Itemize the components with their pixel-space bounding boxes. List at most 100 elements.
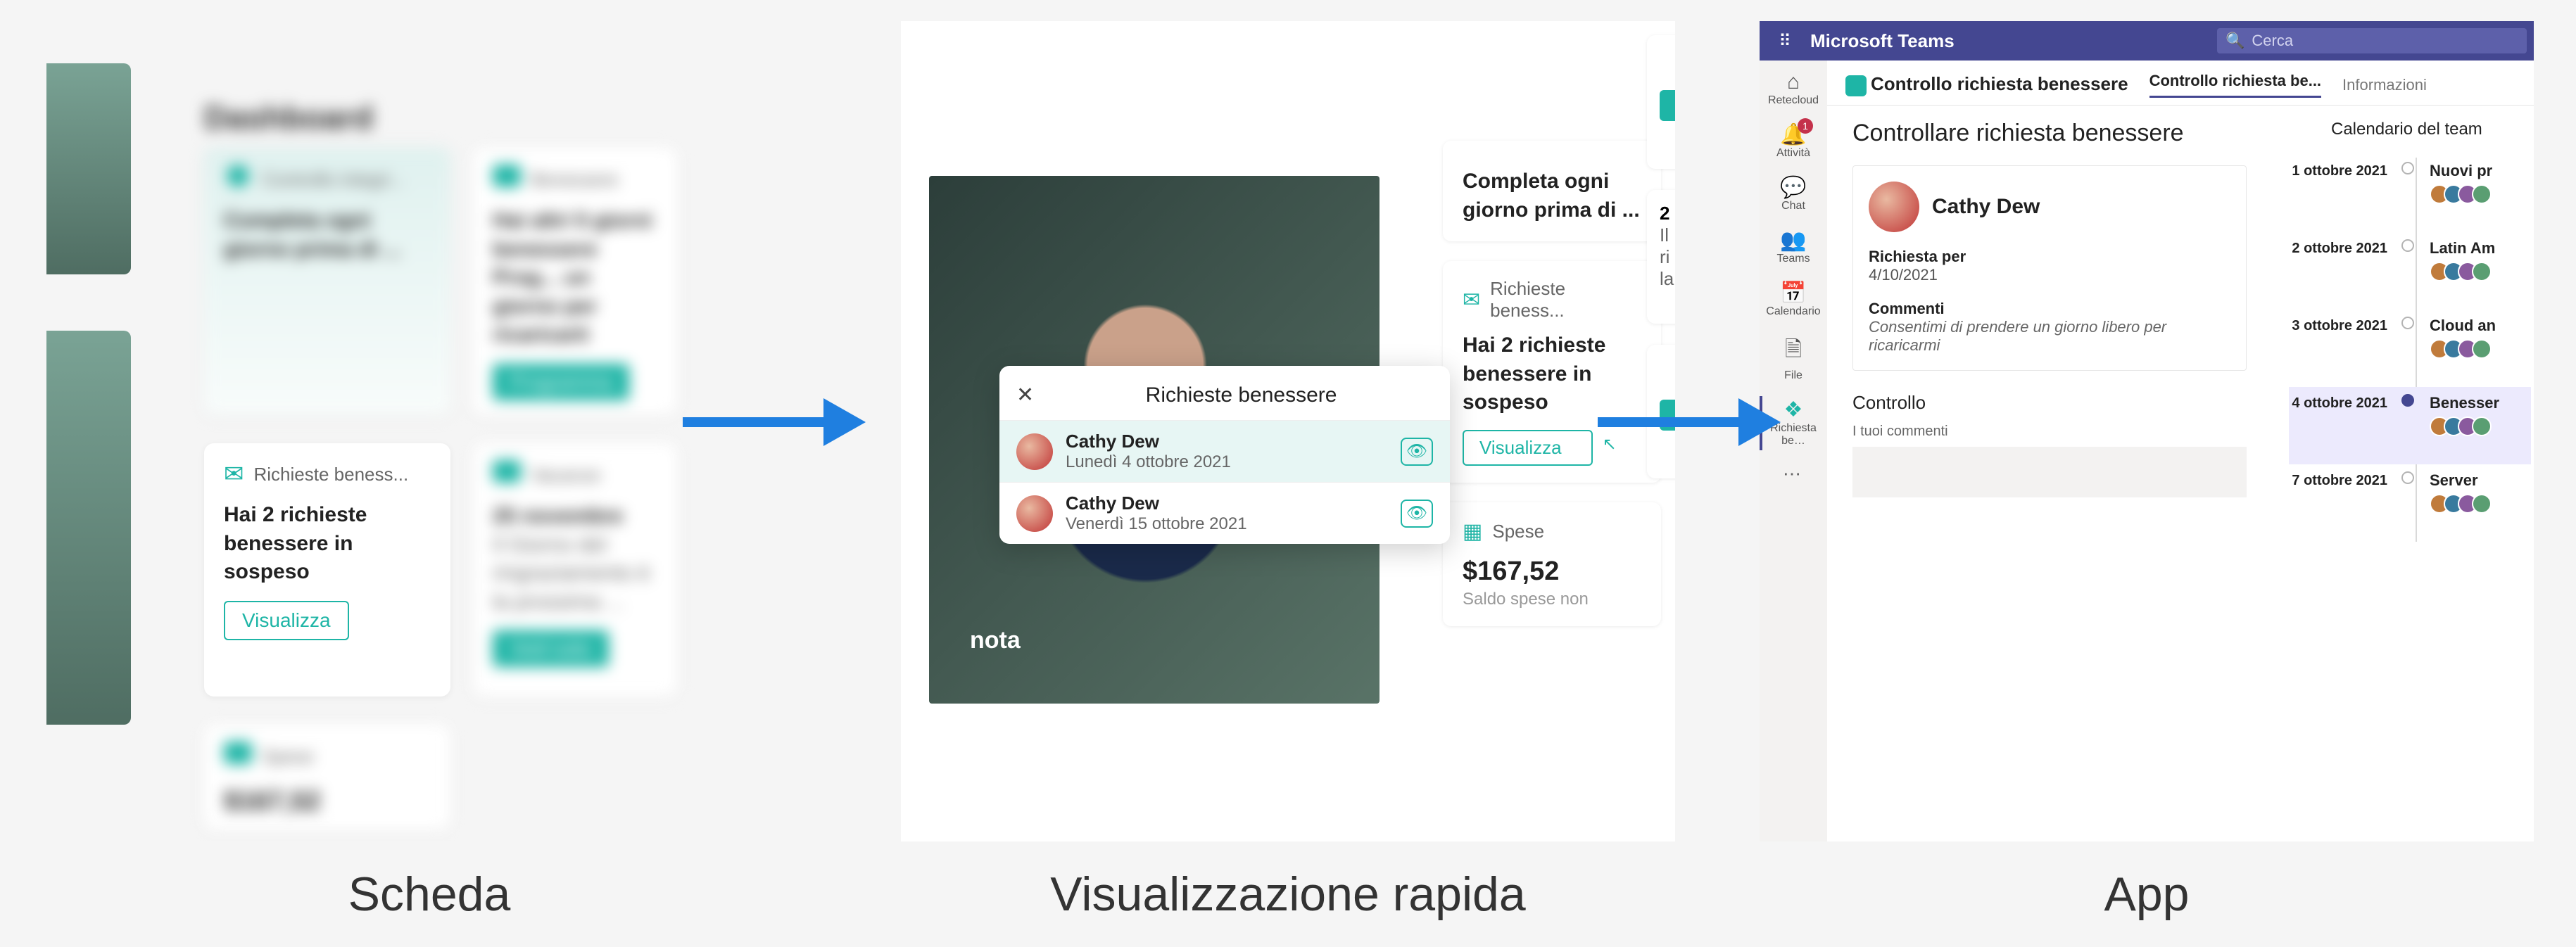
- request-row[interactable]: Cathy Dew Venerdì 15 ottobre 2021 👁: [999, 482, 1450, 544]
- dashboard-title: Dashboard: [204, 98, 373, 136]
- avatar-stack: [2430, 494, 2492, 514]
- control-sublabel: I tuoi commenti: [1852, 424, 2247, 440]
- waffle-icon[interactable]: ⠿: [1760, 31, 1810, 51]
- card-header: Spese: [262, 746, 314, 768]
- photo-caption: nota: [970, 627, 1021, 654]
- rail-calendario[interactable]: 📅Calendario: [1760, 274, 1827, 326]
- search-input[interactable]: 🔍 Cerca: [2217, 28, 2527, 53]
- timeline-row[interactable]: 2 ottobre 2021Latin Am: [2289, 232, 2531, 310]
- close-icon[interactable]: ✕: [1016, 383, 1034, 407]
- panel-caption: App: [1717, 841, 2576, 947]
- eye-icon[interactable]: 👁: [1401, 500, 1433, 528]
- timeline-date: 2 ottobre 2021: [2289, 239, 2401, 257]
- timeline-event: Benesser: [2430, 394, 2499, 412]
- tab-informazioni[interactable]: Informazioni: [2342, 76, 2427, 94]
- rail-attivita[interactable]: 🔔1Attività: [1760, 115, 1827, 168]
- timeline-row[interactable]: 1 ottobre 2021Nuovi pr: [2289, 155, 2531, 232]
- app-icon: [1845, 75, 1867, 96]
- timeline-event: Cloud an: [2430, 317, 2496, 335]
- timeline-node-icon: [2401, 317, 2414, 329]
- label-requested-for: Richiesta per: [1869, 248, 2230, 266]
- avatar-stack: [2430, 184, 2492, 204]
- row-name: Cathy Dew: [1066, 431, 1388, 452]
- card-header: Richieste beness...: [1490, 278, 1641, 322]
- avatar: [1869, 182, 1919, 232]
- avatar-stack: [2430, 262, 2495, 281]
- stub-text: la: [1660, 268, 1675, 290]
- card-amount: $167,52: [1463, 554, 1641, 590]
- card-header: Vacanze: [531, 464, 600, 486]
- stub-text: 2: [1660, 203, 1675, 224]
- row-date: Lunedì 4 ottobre 2021: [1066, 452, 1388, 472]
- avatar-stack: [2430, 339, 2496, 359]
- arrow-icon: [683, 394, 866, 454]
- card-header: Benessere: [531, 169, 618, 191]
- timeline-date: 7 ottobre 2021: [2289, 471, 2401, 489]
- view-button[interactable]: Visualizza↖: [1463, 430, 1593, 466]
- popover-title: Richieste benessere: [1054, 383, 1429, 407]
- row-date: Venerdì 15 ottobre 2021: [1066, 514, 1388, 534]
- rail-teams[interactable]: 👥Teams: [1760, 221, 1827, 274]
- card-spese[interactable]: ▦Spese $167,52 Saldo spese non: [1443, 502, 1661, 626]
- request-row[interactable]: Cathy Dew Lunedì 4 ottobre 2021 👁: [999, 420, 1450, 482]
- timeline-event: Server: [2430, 471, 2492, 490]
- stub-text: ri: [1660, 246, 1675, 268]
- envelope-icon: ✉: [1463, 288, 1480, 312]
- page-title: Controllare richiesta benessere: [1852, 120, 2247, 147]
- label-comments: Commenti: [1869, 300, 2230, 318]
- request-name: Cathy Dew: [1932, 195, 2040, 219]
- avatar: [1016, 495, 1053, 532]
- card-body: Hai altri 5 giorni benessere Prog... un …: [493, 207, 657, 350]
- timeline-node-icon: [2401, 394, 2414, 407]
- wallet-icon: [224, 742, 252, 764]
- schedule-button[interactable]: Programma: [493, 364, 629, 400]
- rail-retecloud[interactable]: ⌂Retecloud: [1760, 63, 1827, 115]
- panel-quickview: nota Completa ogni giorno prima di ... ✉…: [901, 21, 1675, 841]
- timeline-row[interactable]: 3 ottobre 2021Cloud an: [2289, 310, 2531, 387]
- arrow-icon: [1598, 394, 1781, 454]
- viewall-button[interactable]: Vedi tutto: [493, 630, 609, 667]
- timeline-node-icon: [2401, 471, 2414, 484]
- rail-chat[interactable]: 💬Chat: [1760, 168, 1827, 221]
- timeline-row[interactable]: 4 ottobre 2021Benesser: [2289, 387, 2531, 464]
- search-icon: 🔍: [2225, 32, 2244, 50]
- quickview-popover: ✕ Richieste benessere Cathy Dew Lunedì 4…: [999, 366, 1450, 544]
- card-controllo[interactable]: Controllo integri... Completa ogni giorn…: [204, 148, 450, 415]
- row-name: Cathy Dew: [1066, 492, 1388, 514]
- calendar-heading: Calendario del team: [2331, 120, 2531, 139]
- timeline-node-icon: [2401, 239, 2414, 252]
- card-spese[interactable]: Spese $167,52: [204, 725, 450, 830]
- card-richieste[interactable]: ✉Richieste beness... Hai 2 richieste ben…: [204, 443, 450, 697]
- card-subtext: Saldo spese non: [1463, 590, 1641, 609]
- rail-more[interactable]: ⋯: [1783, 463, 1804, 485]
- card-amount: $167,52: [224, 784, 431, 820]
- card-subtext: Il Giorno del ringraziamento è la prossi…: [493, 533, 650, 614]
- card-title: 25 novembre: [493, 504, 623, 528]
- timeline-node-icon: [2401, 162, 2414, 174]
- rail-badge: 1: [1798, 118, 1813, 134]
- comments-input[interactable]: [1852, 447, 2247, 497]
- card-top[interactable]: Completa ogni giorno prima di ...: [1443, 141, 1661, 241]
- request-card: Cathy Dew Richiesta per 4/10/2021 Commen…: [1852, 165, 2247, 371]
- card-benessere[interactable]: Benessere Hai altri 5 giorni benessere P…: [473, 148, 677, 415]
- value-comments: Consentimi di prendere un giorno libero …: [1869, 318, 2230, 355]
- timeline-row[interactable]: 7 ottobre 2021 Server: [2289, 464, 2531, 542]
- card-vacanze[interactable]: Vacanze 25 novembre Il Giorno del ringraz…: [473, 443, 677, 697]
- lotus-icon: [493, 165, 521, 187]
- value-requested-for: 4/10/2021: [1869, 266, 2230, 284]
- view-button[interactable]: Visualizza: [224, 601, 349, 640]
- card-body: Completa ogni giorno prima di ...: [224, 207, 431, 264]
- card-header: Spese: [1492, 521, 1544, 542]
- timeline-date: 1 ottobre 2021: [2289, 162, 2401, 179]
- card-body: Hai 2 richieste benessere in sospeso: [224, 501, 431, 587]
- rail-file[interactable]: 🗎File: [1760, 326, 1827, 390]
- heart-icon: [224, 165, 252, 187]
- eye-icon[interactable]: 👁: [1401, 438, 1433, 466]
- card-body: Completa ogni giorno prima di ...: [1463, 167, 1641, 224]
- app-name: Controllo richiesta benessere: [1871, 73, 2128, 94]
- tab-controllo[interactable]: Controllo richiesta be...: [2149, 72, 2321, 98]
- panel-app: ⠿ Microsoft Teams 🔍 Cerca ⌂Retecloud 🔔1A…: [1760, 21, 2534, 841]
- avatar-stack: [2430, 417, 2499, 436]
- panel-caption: Scheda: [0, 841, 859, 947]
- stub-text: Il: [1660, 224, 1675, 246]
